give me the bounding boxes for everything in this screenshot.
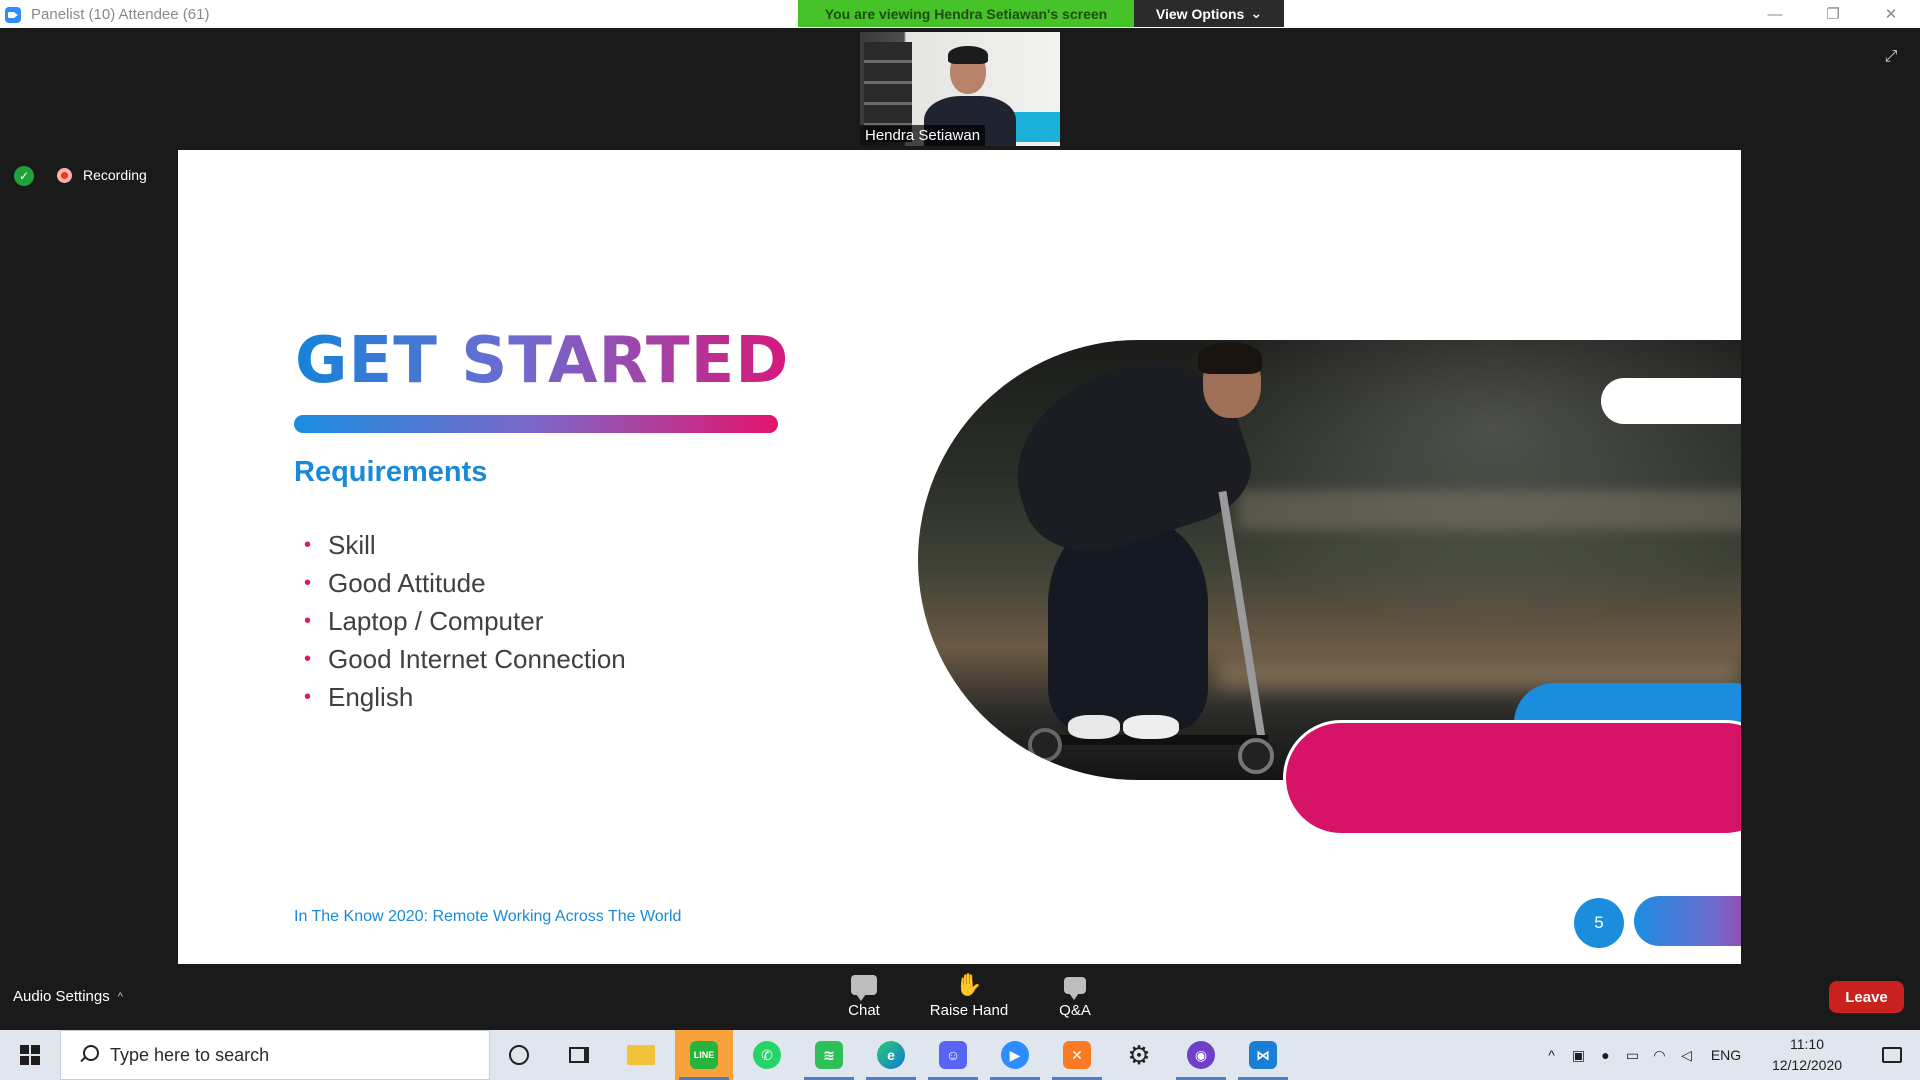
participant-video[interactable]: Hendra Setiawan [860,32,1060,146]
file-explorer-icon[interactable] [612,1030,670,1080]
decorative-white-pill [1601,378,1741,424]
search-icon [78,1045,99,1065]
bullet-icon: • [304,533,312,556]
volume-icon[interactable]: ◁ [1673,1047,1700,1064]
participant-name: Hendra Setiawan [860,125,986,146]
task-view-icon[interactable] [550,1030,608,1080]
audio-settings-button[interactable]: Audio Settings ^ [13,988,123,1005]
clock[interactable]: 11:10 12/12/2020 [1762,1034,1852,1076]
person-hair [948,46,988,64]
restore-button[interactable]: ❐ [1804,0,1862,28]
windows-logo-icon [20,1045,40,1065]
zoom-app-icon [5,7,21,23]
page-number: 5 [1574,898,1624,948]
xampp-icon[interactable]: ✕ [1048,1030,1106,1080]
view-options-button[interactable]: View Options ⌄ [1134,0,1284,27]
list-item-text: Good Attitude [328,567,486,598]
list-item: • Good Attitude [298,564,626,602]
photo-motion-blur [1238,490,1741,530]
line-icon: LINE [690,1041,718,1069]
spotify-icon[interactable]: ≋ [800,1030,858,1080]
section-heading: Requirements [294,456,488,488]
minimize-button[interactable]: — [1746,0,1804,28]
github-icon[interactable]: ◉ [1172,1030,1230,1080]
bullet-icon: • [304,609,312,632]
battery-icon[interactable]: ▭ [1619,1047,1646,1064]
raise-hand-button[interactable]: ✋ Raise Hand [924,972,1014,1028]
bullet-icon: • [304,685,312,708]
bullet-icon: • [304,571,312,594]
qa-button[interactable]: Q&A [1030,972,1120,1028]
raise-hand-label: Raise Hand [929,1002,1009,1019]
list-item: • Skill [298,526,626,564]
requirements-list: • Skill • Good Attitude • Laptop / Computer… [298,526,626,716]
microphone-icon[interactable]: ● [1592,1047,1619,1063]
fullscreen-expand-icon[interactable]: ⤢ [1880,46,1902,68]
share-banner: You are viewing Hendra Setiawan's screen [798,0,1134,27]
edge-icon[interactable]: e [862,1030,920,1080]
chat-button[interactable]: Chat [819,972,909,1028]
audio-settings-label: Audio Settings [13,988,110,1005]
photo-shoe [1068,715,1120,739]
bullet-icon: • [304,647,312,670]
slide-footer: In The Know 2020: Remote Working Across … [294,908,682,925]
list-item-text: English [328,681,414,712]
list-item: • Laptop / Computer [298,602,626,640]
zoom-icon[interactable]: ▶ [986,1030,1044,1080]
slide-title: GET STARTED [295,324,790,398]
hand-icon: ✋ [955,972,983,997]
vscode-icon[interactable]: ⋈ [1234,1030,1292,1080]
wifi-icon[interactable]: ◠ [1646,1047,1673,1064]
close-button[interactable]: ✕ [1862,0,1920,28]
photo-man-hair [1198,342,1262,374]
list-item: • Good Internet Connection [298,640,626,678]
language-indicator[interactable]: ENG [1700,1047,1752,1063]
start-button[interactable] [0,1030,60,1080]
photo-shoe [1123,715,1179,739]
line-app-icon[interactable]: LINE [675,1030,733,1080]
chevron-up-icon: ^ [117,990,123,1003]
shared-slide: GET STARTED Requirements • Skill • Good At… [178,150,1741,964]
date: 12/12/2020 [1771,1057,1843,1073]
search-placeholder: Type here to search [110,1044,270,1065]
window-title: Panelist (10) Attendee (61) [31,6,210,23]
decorative-gradient-pill [1634,896,1741,946]
recording-label: Recording [83,167,147,183]
list-item: • English [298,678,626,716]
photo-wheel [1238,738,1274,774]
notifications-icon[interactable] [1864,1030,1920,1080]
chevron-down-icon: ⌄ [1250,5,1263,21]
window-controls: — ❐ ✕ [1746,0,1920,28]
qa-label: Q&A [1059,1002,1091,1019]
windows-taskbar: Type here to search LINE ✆ ≋ e ☺ ▶ ✕ ⚙ ◉… [0,1030,1920,1080]
list-item-text: Skill [328,529,376,560]
system-tray: ^ ▣ ● ▭ ◠ ◁ ENG [1538,1030,1752,1080]
title-underline-bar [294,415,778,433]
chat-icon [850,972,878,1001]
photo-man-legs [1048,520,1208,730]
chevron-up-icon[interactable]: ^ [1538,1047,1565,1063]
photo-wheel [1028,728,1062,762]
time: 11:10 [1790,1036,1824,1052]
view-options-label: View Options [1155,5,1245,22]
device-icon[interactable]: ▣ [1565,1047,1592,1064]
whatsapp-icon[interactable]: ✆ [738,1030,796,1080]
taskbar-search[interactable]: Type here to search [60,1030,490,1080]
list-item-text: Laptop / Computer [328,605,544,636]
chat-label: Chat [848,1002,880,1019]
list-item-text: Good Internet Connection [328,643,626,674]
cortana-icon[interactable] [490,1030,548,1080]
recording-icon [57,168,72,183]
discord-icon[interactable]: ☺ [924,1030,982,1080]
decorative-pink-pill [1283,720,1741,836]
qa-icon [1061,972,1089,1000]
security-shield-icon[interactable]: ✓ [14,166,34,186]
settings-icon[interactable]: ⚙ [1110,1030,1168,1080]
leave-button[interactable]: Leave [1829,981,1904,1013]
